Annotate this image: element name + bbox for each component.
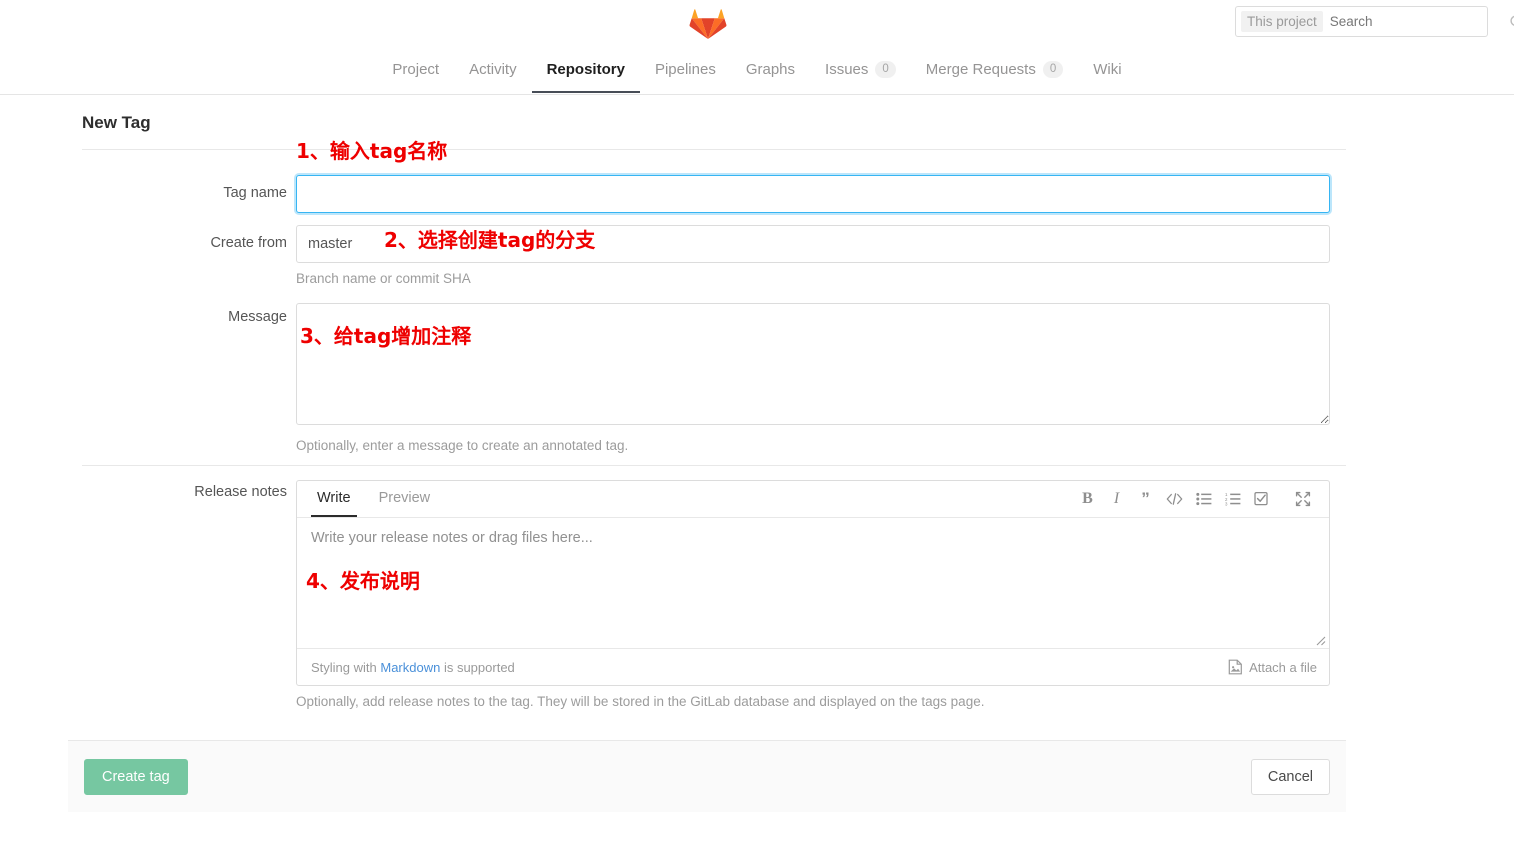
markdown-support-text: Styling with Markdown is supported: [311, 660, 515, 675]
nav-item-issues[interactable]: Issues 0: [810, 48, 911, 93]
nav-item-label: Merge Requests: [925, 61, 1036, 78]
nav-item-label: Graphs: [745, 61, 796, 78]
bold-icon[interactable]: B: [1073, 486, 1102, 512]
message-textarea[interactable]: [296, 303, 1330, 425]
create-from-help: Branch name or commit SHA: [296, 271, 471, 286]
nav-item-badge: 0: [875, 60, 896, 79]
attach-file-icon: [1228, 659, 1242, 675]
svg-text:3: 3: [1225, 501, 1228, 506]
markdown-editor: Write Preview B I ” 1 2 3 Write your rel…: [296, 480, 1330, 686]
form-actions-bar: Create tag Cancel: [68, 740, 1346, 812]
numbered-list-icon[interactable]: 1 2 3: [1218, 486, 1247, 512]
markdown-editor-footer: Styling with Markdown is supported Attac…: [297, 648, 1329, 685]
message-help: Optionally, enter a message to create an…: [296, 438, 629, 453]
markdown-editor-body[interactable]: Write your release notes or drag files h…: [297, 518, 1329, 648]
fullscreen-icon[interactable]: [1288, 486, 1317, 512]
nav-item-pipelines[interactable]: Pipelines: [640, 48, 731, 93]
styling-prefix: Styling with: [311, 659, 381, 675]
title-divider: [82, 149, 1346, 150]
release-notes-placeholder: Write your release notes or drag files h…: [311, 530, 593, 546]
create-tag-button[interactable]: Create tag: [84, 758, 188, 795]
create-from-input[interactable]: [296, 225, 1330, 263]
markdown-link[interactable]: Markdown: [380, 660, 440, 675]
create-from-label: Create from: [210, 235, 287, 251]
nav-item-repository[interactable]: Repository: [531, 48, 640, 93]
styling-suffix: is supported: [440, 659, 515, 675]
section-divider: [82, 465, 1346, 466]
markdown-tab-write[interactable]: Write: [311, 480, 357, 517]
release-notes-label: Release notes: [194, 484, 287, 500]
nav-item-label: Pipelines: [654, 61, 716, 78]
resize-handle-icon[interactable]: [1312, 632, 1326, 646]
nav-item-label: Activity: [469, 61, 517, 78]
main-navigation: Project Activity Repository Pipelines Graphs…: [0, 48, 1514, 94]
search-scope-badge[interactable]: This project: [1241, 11, 1323, 32]
quote-icon[interactable]: ”: [1131, 486, 1160, 512]
search-input[interactable]: [1322, 13, 1509, 30]
markdown-editor-header: Write Preview B I ” 1 2 3: [297, 481, 1329, 518]
nav-item-label: Wiki: [1093, 61, 1122, 78]
markdown-toolbar: B I ” 1 2 3: [1073, 480, 1317, 517]
page-title: New Tag: [82, 113, 151, 132]
tag-name-label: Tag name: [223, 185, 287, 201]
task-list-icon[interactable]: [1247, 486, 1276, 512]
attach-file-label: Attach a file: [1249, 659, 1317, 675]
italic-icon[interactable]: I: [1102, 486, 1131, 512]
nav-item-activity[interactable]: Activity: [454, 48, 532, 93]
nav-item-graphs[interactable]: Graphs: [731, 48, 810, 93]
cancel-button[interactable]: Cancel: [1250, 758, 1330, 795]
nav-item-badge: 0: [1042, 60, 1064, 79]
gitlab-new-tag-page: This project Project Activity Repository Pi…: [0, 0, 1514, 848]
code-icon[interactable]: [1160, 486, 1189, 512]
search-box[interactable]: This project: [1235, 6, 1514, 37]
nav-item-label: Issues: [825, 61, 869, 78]
tag-name-input[interactable]: [296, 175, 1330, 213]
nav-item-merge-requests[interactable]: Merge Requests 0: [911, 48, 1078, 93]
message-label: Message: [228, 309, 287, 325]
search-icon[interactable]: [1509, 14, 1514, 30]
attach-file-button[interactable]: Attach a file: [1228, 659, 1317, 675]
nav-item-wiki[interactable]: Wiki: [1078, 48, 1136, 93]
nav-item-label: Repository: [546, 61, 625, 78]
release-notes-help: Optionally, add release notes to the tag…: [296, 694, 985, 709]
bullet-list-icon[interactable]: [1189, 486, 1218, 512]
markdown-tab-preview[interactable]: Preview: [373, 480, 437, 517]
page-header: This project Project Activity Repository Pi…: [0, 0, 1514, 95]
nav-item-project[interactable]: Project: [377, 48, 454, 93]
nav-item-label: Project: [392, 61, 440, 78]
gitlab-tanuki-logo[interactable]: [689, 4, 727, 40]
